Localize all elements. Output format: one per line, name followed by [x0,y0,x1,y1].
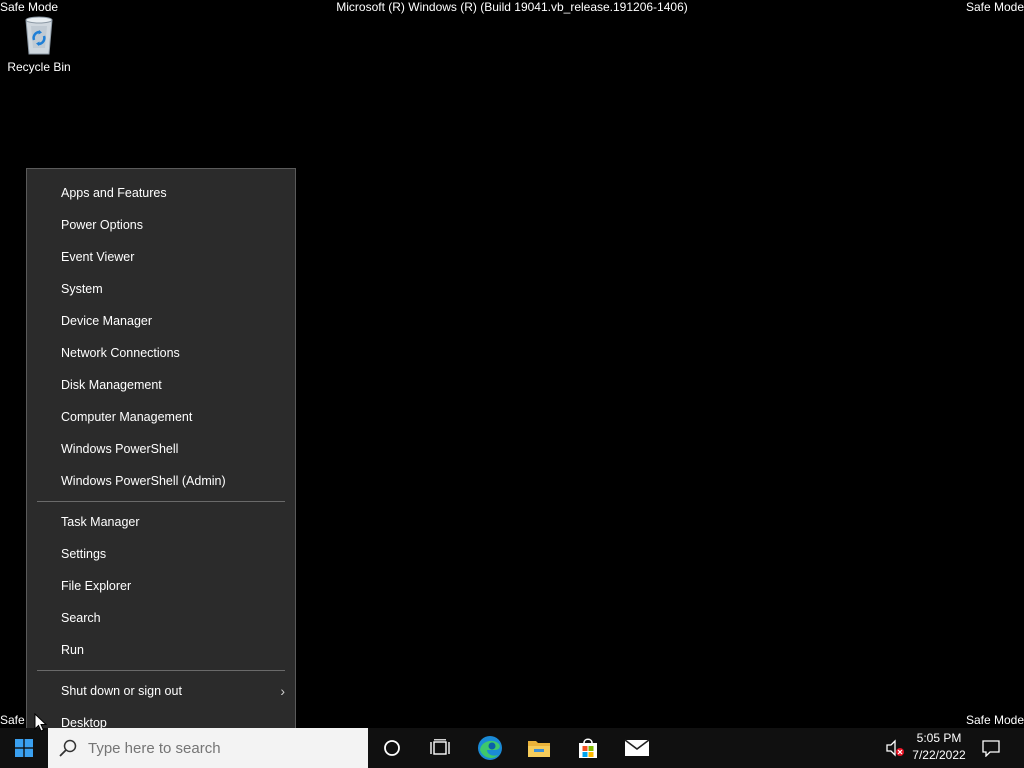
safe-mode-label-bottom-right: Safe Mode [965,713,1024,727]
menu-item-windows-powershell-admin[interactable]: Windows PowerShell (Admin) [27,465,295,497]
start-button[interactable] [0,728,48,768]
menu-item-task-manager[interactable]: Task Manager [27,506,295,538]
windows-logo-icon [15,739,33,757]
safe-mode-label-bottom-left: Safe [0,713,25,727]
taskbar: 5:05 PM 7/22/2022 [0,728,1024,768]
mouse-cursor-icon [34,713,48,732]
desktop-icon-recycle-bin[interactable]: Recycle Bin [4,12,74,74]
task-view-button[interactable] [416,728,464,768]
mail-icon [624,739,650,756]
task-view-icon [430,739,450,755]
menu-item-power-options[interactable]: Power Options [27,209,295,241]
edge-taskbar-button[interactable] [466,728,514,768]
store-taskbar-button[interactable] [564,728,612,768]
volume-tray-button[interactable] [882,728,908,768]
file-explorer-icon [528,741,550,757]
cortana-icon [384,740,400,756]
build-watermark: Microsoft (R) Windows (R) (Build 19041.v… [336,0,688,14]
action-center-button[interactable] [978,728,1004,768]
taskbar-search-box[interactable] [48,728,368,768]
search-input[interactable] [88,739,348,757]
mail-taskbar-button[interactable] [613,728,661,768]
file-explorer-taskbar-button[interactable] [515,728,563,768]
quick-link-menu: Apps and Features Power Options Event Vi… [26,168,296,748]
clock-time: 5:05 PM [916,731,962,745]
recycle-bin-label: Recycle Bin [7,60,71,74]
taskbar-clock[interactable]: 5:05 PM 7/22/2022 [906,730,972,764]
menu-item-windows-powershell[interactable]: Windows PowerShell [27,433,295,465]
search-icon [59,739,77,757]
menu-item-system[interactable]: System [27,273,295,305]
recycle-bin-icon [25,16,53,55]
menu-separator [37,670,285,671]
safe-mode-label-top-right: Safe Mode [965,0,1024,14]
chevron-right-icon: › [280,683,285,699]
menu-item-device-manager[interactable]: Device Manager [27,305,295,337]
menu-item-settings[interactable]: Settings [27,538,295,570]
cortana-button[interactable] [368,728,416,768]
menu-item-run[interactable]: Run [27,634,295,666]
menu-item-search[interactable]: Search [27,602,295,634]
menu-item-apps-and-features[interactable]: Apps and Features [27,177,295,209]
menu-item-file-explorer[interactable]: File Explorer [27,570,295,602]
action-center-icon [982,740,1000,757]
menu-item-computer-management[interactable]: Computer Management [27,401,295,433]
menu-item-disk-management[interactable]: Disk Management [27,369,295,401]
clock-date: 7/22/2022 [912,748,966,762]
edge-icon [478,736,502,760]
menu-item-event-viewer[interactable]: Event Viewer [27,241,295,273]
menu-item-shut-down-or-sign-out[interactable]: Shut down or sign out › [27,675,295,707]
menu-separator [37,501,285,502]
menu-item-network-connections[interactable]: Network Connections [27,337,295,369]
volume-muted-icon [886,739,904,757]
store-icon [579,738,597,758]
